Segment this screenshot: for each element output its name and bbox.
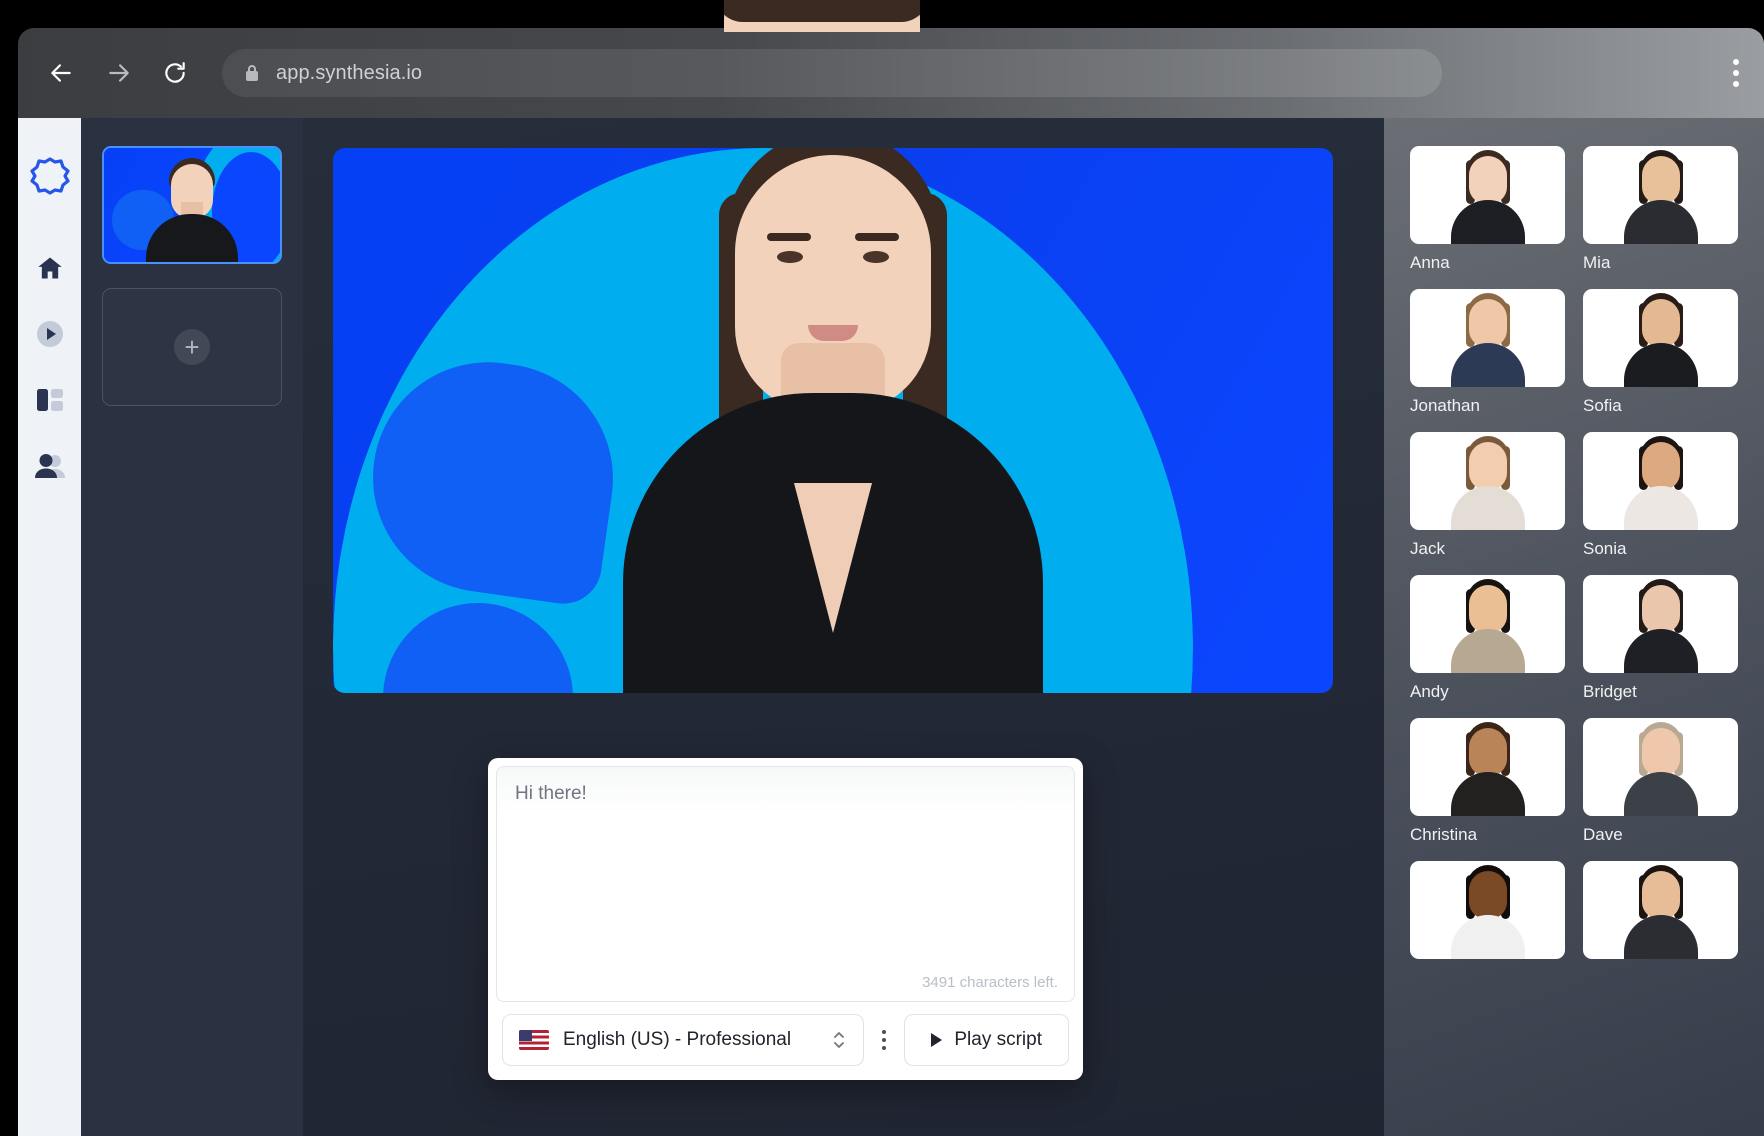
synthesia-logo-icon[interactable] (30, 156, 70, 196)
avatar-portrait (1624, 158, 1698, 244)
avatar-portrait (1624, 444, 1698, 530)
kebab-dot (882, 1038, 886, 1042)
play-script-button[interactable]: Play script (904, 1014, 1069, 1066)
video-preview[interactable] (333, 148, 1333, 693)
presenter-avatar (618, 148, 1048, 693)
arrow-right-icon (106, 60, 132, 86)
avatar-thumbnail (1583, 718, 1738, 816)
sidebar-item-home[interactable] (28, 246, 72, 290)
avatar-card[interactable]: Jack (1410, 432, 1565, 559)
scene-presenter (146, 158, 238, 262)
arrow-left-icon (48, 60, 74, 86)
avatar-thumbnail (1583, 575, 1738, 673)
address-bar[interactable]: app.synthesia.io (222, 49, 1442, 97)
kebab-dot (882, 1030, 886, 1034)
sidebar-rail (18, 118, 81, 1136)
reload-button[interactable] (156, 54, 194, 92)
avatar-portrait (1451, 301, 1525, 387)
plus-icon: + (174, 329, 210, 365)
avatar-portrait (1451, 158, 1525, 244)
browser-menu-button[interactable] (1732, 59, 1740, 87)
avatar-card[interactable]: Bridget (1583, 575, 1738, 702)
avatar-portrait (1624, 301, 1698, 387)
avatar-portrait (1624, 873, 1698, 959)
scene-thumbnail[interactable] (102, 146, 282, 264)
url-text: app.synthesia.io (276, 62, 422, 85)
avatar-card[interactable] (1410, 861, 1565, 968)
avatar-card[interactable]: Sonia (1583, 432, 1738, 559)
avatar-card[interactable]: Sofia (1583, 289, 1738, 416)
sidebar-item-templates[interactable] (28, 378, 72, 422)
play-circle-icon (35, 319, 65, 349)
avatar-thumbnail (1410, 289, 1565, 387)
kebab-dot (882, 1046, 886, 1050)
avatar-card[interactable]: Dave (1583, 718, 1738, 845)
kebab-dot (1733, 59, 1739, 65)
back-button[interactable] (42, 54, 80, 92)
script-editor-card: Hi there! 3491 characters left. English … (488, 758, 1083, 1080)
avatars-panel: Anna Mia Jonathan Sofia Jack Sonia Andy Bridget… (1384, 118, 1764, 1136)
avatar-portrait (1624, 730, 1698, 816)
avatar-grid: Anna Mia Jonathan Sofia Jack Sonia Andy Bridget… (1410, 146, 1738, 968)
avatar-portrait (1451, 587, 1525, 673)
avatar-portrait (1451, 444, 1525, 530)
play-script-label: Play script (954, 1029, 1042, 1051)
script-input[interactable]: Hi there! 3491 characters left. (496, 766, 1075, 1002)
avatar-thumbnail (1583, 432, 1738, 530)
avatar-name: Jonathan (1410, 396, 1565, 416)
reload-icon (162, 60, 188, 86)
home-icon (36, 254, 64, 282)
screenshot-root: app.synthesia.io (0, 0, 1764, 1136)
avatar-card[interactable]: Anna (1410, 146, 1565, 273)
avatar-name: Bridget (1583, 682, 1738, 702)
kebab-dot (1733, 70, 1739, 76)
avatar-card[interactable]: Mia (1583, 146, 1738, 273)
avatar-name: Christina (1410, 825, 1565, 845)
avatar-name: Anna (1410, 253, 1565, 273)
sidebar-item-videos[interactable] (28, 312, 72, 356)
avatar-card[interactable]: Andy (1410, 575, 1565, 702)
language-select[interactable]: English (US) - Professional (502, 1014, 864, 1066)
avatar-thumbnail (1410, 432, 1565, 530)
forward-button[interactable] (100, 54, 138, 92)
presenter-head-overflow (724, 0, 920, 32)
avatar-name: Sofia (1583, 396, 1738, 416)
avatar-name: Andy (1410, 682, 1565, 702)
avatar-name: Mia (1583, 253, 1738, 273)
script-text: Hi there! (515, 783, 1056, 805)
scenes-panel: + (81, 118, 303, 1136)
avatar-name: Dave (1583, 825, 1738, 845)
us-flag-icon (519, 1030, 549, 1050)
people-icon (35, 453, 65, 479)
avatar-name: Jack (1410, 539, 1565, 559)
avatar-thumbnail (1583, 289, 1738, 387)
avatar-card[interactable] (1583, 861, 1738, 968)
sidebar-item-avatars[interactable] (28, 444, 72, 488)
avatar-thumbnail (1583, 146, 1738, 244)
script-more-button[interactable] (874, 1030, 894, 1050)
avatar-thumbnail (1410, 575, 1565, 673)
play-icon (931, 1033, 942, 1047)
browser-toolbar: app.synthesia.io (18, 28, 1764, 118)
character-counter: 3491 characters left. (922, 974, 1058, 991)
app-window: + (18, 118, 1764, 1136)
add-scene-button[interactable]: + (102, 288, 282, 406)
editor-canvas: Hi there! 3491 characters left. English … (303, 118, 1384, 1136)
chevron-updown-icon (831, 1028, 847, 1052)
avatar-thumbnail (1410, 146, 1565, 244)
avatar-name: Sonia (1583, 539, 1738, 559)
kebab-dot (1733, 81, 1739, 87)
avatar-card[interactable]: Jonathan (1410, 289, 1565, 416)
script-toolbar: English (US) - Professional (496, 1002, 1075, 1072)
avatar-thumbnail (1410, 718, 1565, 816)
avatar-portrait (1451, 873, 1525, 959)
avatar-thumbnail (1410, 861, 1565, 959)
layout-icon (36, 387, 64, 413)
lock-icon (244, 63, 260, 83)
avatar-card[interactable]: Christina (1410, 718, 1565, 845)
avatar-portrait (1451, 730, 1525, 816)
language-label: English (US) - Professional (563, 1029, 817, 1051)
avatar-portrait (1624, 587, 1698, 673)
avatar-thumbnail (1583, 861, 1738, 959)
